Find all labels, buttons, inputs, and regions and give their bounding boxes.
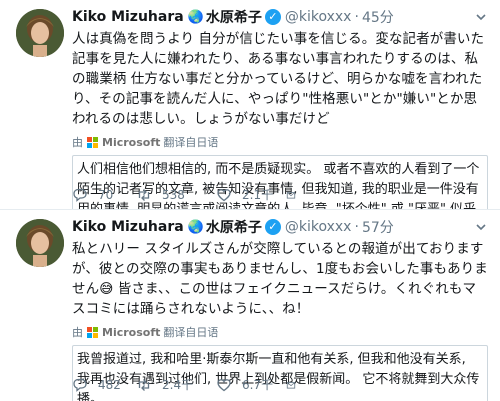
tweet[interactable]: Kiko Mizuhara 🌏 水原希子 ✓ @kikoxxx · 57分 私と… bbox=[0, 209, 500, 401]
mail-icon bbox=[286, 381, 296, 389]
tweet[interactable]: Kiko Mizuhara 🌏 水原希子 ✓ @kikoxxx · 45分 人は… bbox=[0, 0, 500, 245]
user-handle[interactable]: @kikoxxx bbox=[285, 9, 352, 25]
reply-icon bbox=[73, 378, 87, 392]
like-icon bbox=[217, 378, 231, 391]
avatar[interactable] bbox=[16, 219, 64, 267]
direct-message-button[interactable] bbox=[286, 187, 306, 203]
reply-count: 70 bbox=[98, 187, 114, 202]
tweet-header: Kiko Mizuhara 🌏 水原希子 ✓ @kikoxxx · 57分 bbox=[72, 216, 488, 238]
tweet-text: 私とハリー スタイルズさんが交際しているとの報道が出ておりますが、彼との交際の事… bbox=[72, 241, 488, 317]
microsoft-logo-icon bbox=[87, 136, 98, 148]
globe-icon: 🌏 bbox=[187, 9, 204, 25]
translated-brand: Microsoft bbox=[102, 325, 161, 339]
verified-icon: ✓ bbox=[264, 219, 281, 235]
retweet-count: 538 bbox=[162, 187, 185, 202]
retweet-button[interactable]: 2.4千 bbox=[136, 376, 216, 393]
translated-prefix: 由 bbox=[72, 136, 83, 149]
reply-icon bbox=[73, 188, 87, 202]
separator: · bbox=[354, 219, 359, 235]
retweet-button[interactable]: 538 bbox=[136, 187, 216, 203]
retweet-icon bbox=[138, 378, 150, 391]
tweet-text: 人は真偽を問うより 自分が信じたい事を信じる。変な記者が書いた記事を見た人に嫌わ… bbox=[72, 31, 485, 127]
direct-message-button[interactable] bbox=[286, 377, 306, 393]
translated-suffix: 翻译自日语 bbox=[163, 136, 219, 149]
tweet-header: Kiko Mizuhara 🌏 水原希子 ✓ @kikoxxx · 45分 bbox=[72, 6, 488, 28]
translated-by: 由 Microsoft 翻译自日语 bbox=[72, 135, 488, 150]
display-name-jp[interactable]: 水原希子 bbox=[206, 7, 262, 27]
retweet-count: 2.4千 bbox=[162, 378, 194, 392]
like-icon bbox=[217, 188, 231, 201]
tweet-actions: 482 2.4千 6.7千 bbox=[72, 376, 306, 393]
timestamp[interactable]: 45分 bbox=[362, 7, 394, 27]
display-name-jp[interactable]: 水原希子 bbox=[206, 217, 262, 237]
mail-icon bbox=[286, 191, 296, 199]
like-button[interactable]: 6.7千 bbox=[216, 376, 286, 393]
verified-icon: ✓ bbox=[264, 9, 281, 25]
translated-brand: Microsoft bbox=[102, 135, 161, 149]
timestamp[interactable]: 57分 bbox=[362, 217, 394, 237]
reply-button[interactable]: 70 bbox=[72, 187, 136, 203]
like-button[interactable]: 2.1千 bbox=[216, 186, 286, 203]
separator: · bbox=[354, 9, 359, 25]
translated-by: 由 Microsoft 翻译自日语 bbox=[72, 325, 488, 340]
globe-icon: 🌏 bbox=[187, 219, 204, 235]
like-count: 6.7千 bbox=[242, 378, 274, 392]
reply-count: 482 bbox=[98, 377, 121, 392]
reply-button[interactable]: 482 bbox=[72, 377, 136, 393]
chevron-down-icon[interactable] bbox=[474, 220, 488, 234]
translated-suffix: 翻译自日语 bbox=[163, 326, 219, 339]
display-name[interactable]: Kiko Mizuhara bbox=[72, 219, 184, 235]
retweet-icon bbox=[138, 188, 150, 201]
microsoft-logo-icon bbox=[87, 326, 98, 338]
translated-prefix: 由 bbox=[72, 326, 83, 339]
chevron-down-icon[interactable] bbox=[474, 10, 488, 24]
display-name[interactable]: Kiko Mizuhara bbox=[72, 9, 184, 25]
avatar[interactable] bbox=[16, 9, 64, 57]
like-count: 2.1千 bbox=[242, 188, 274, 202]
user-handle[interactable]: @kikoxxx bbox=[285, 219, 352, 235]
tweet-actions: 70 538 2.1千 bbox=[72, 186, 306, 203]
